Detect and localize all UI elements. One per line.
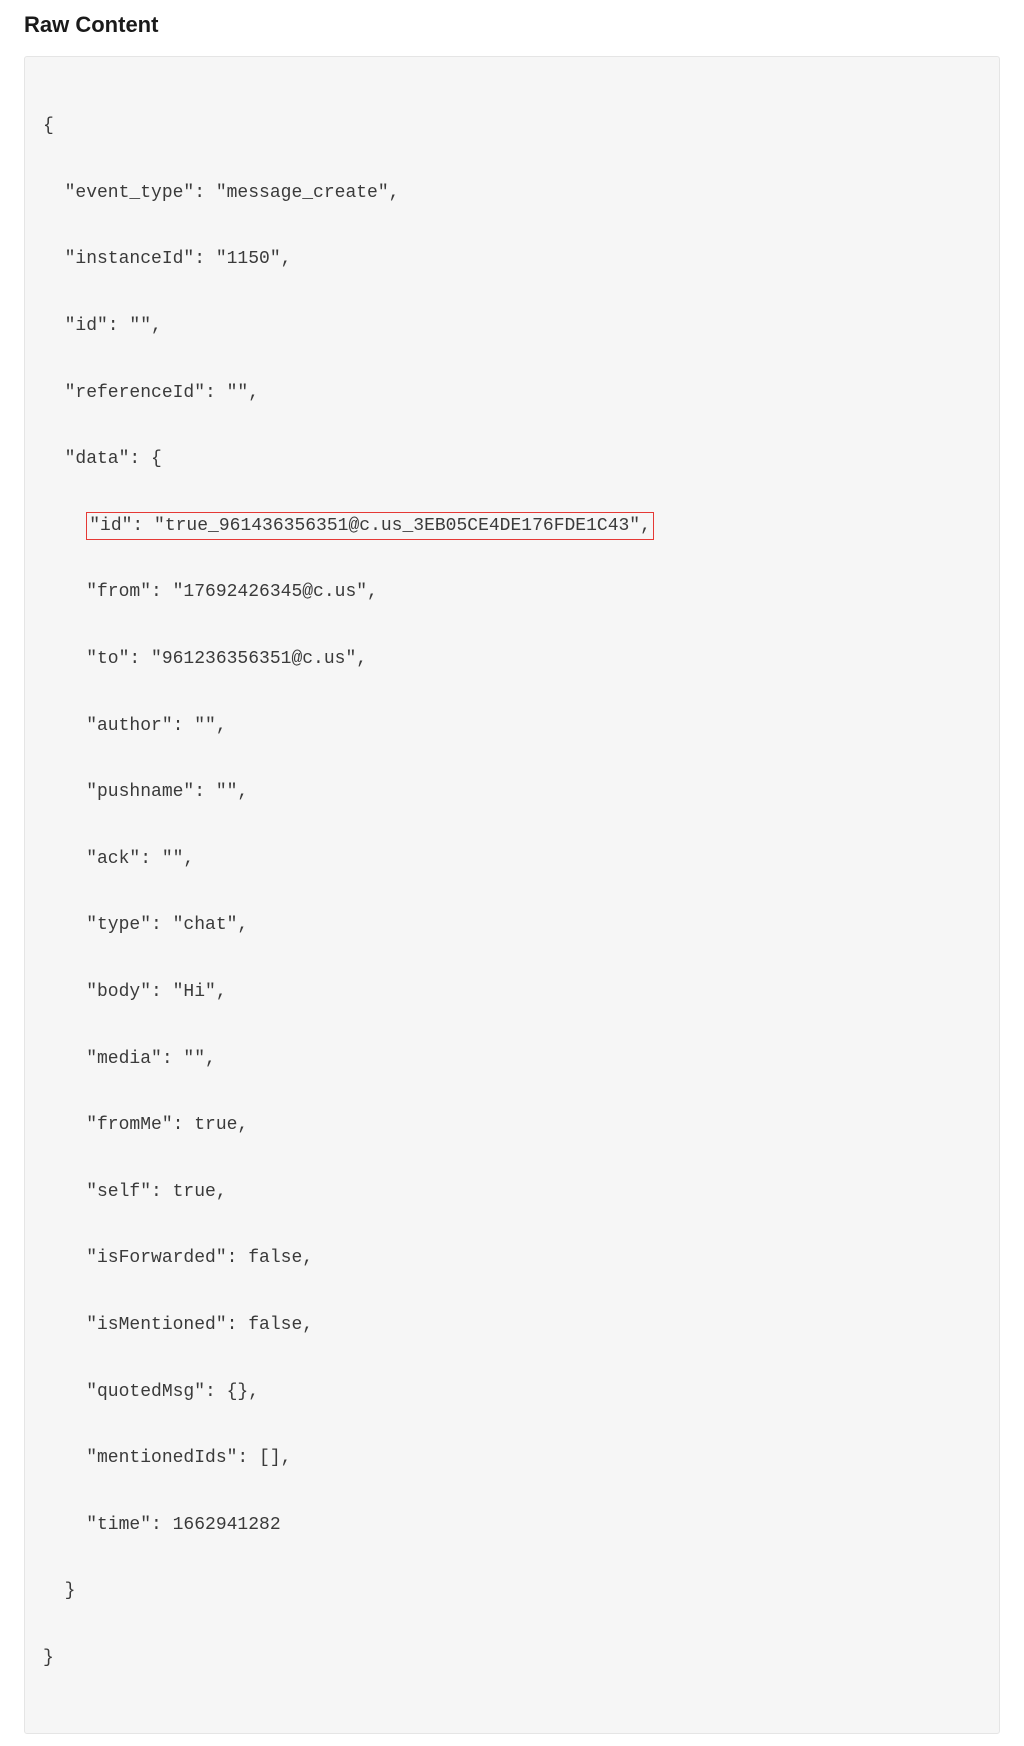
code-line: } — [43, 1642, 981, 1675]
code-line: "pushname": "", — [43, 776, 981, 809]
code-line: "isMentioned": false, — [43, 1309, 981, 1342]
code-line: "mentionedIds": [], — [43, 1442, 981, 1475]
code-line: "ack": "", — [43, 843, 981, 876]
code-line: "data": { — [43, 443, 981, 476]
code-line: "quotedMsg": {}, — [43, 1376, 981, 1409]
code-line: "time": 1662941282 — [43, 1509, 981, 1542]
code-line: "fromMe": true, — [43, 1109, 981, 1142]
code-line: "id": "", — [43, 310, 981, 343]
code-line: "self": true, — [43, 1176, 981, 1209]
code-line: "instanceId": "1150", — [43, 243, 981, 276]
code-line: "to": "961236356351@c.us", — [43, 643, 981, 676]
code-line: "media": "", — [43, 1043, 981, 1076]
code-line-highlighted: "id": "true_961436356351@c.us_3EB05CE4DE… — [43, 510, 981, 543]
code-line: "body": "Hi", — [43, 976, 981, 1009]
code-line: { — [43, 110, 981, 143]
raw-content-title: Raw Content — [24, 12, 1000, 38]
code-line: "isForwarded": false, — [43, 1242, 981, 1275]
raw-content-code-block: { "event_type": "message_create", "insta… — [24, 56, 1000, 1734]
highlighted-id: "id": "true_961436356351@c.us_3EB05CE4DE… — [86, 512, 654, 540]
code-line: "type": "chat", — [43, 909, 981, 942]
code-line: "event_type": "message_create", — [43, 177, 981, 210]
code-line: "referenceId": "", — [43, 377, 981, 410]
indent — [43, 516, 86, 536]
code-line: } — [43, 1575, 981, 1608]
code-line: "from": "17692426345@c.us", — [43, 576, 981, 609]
code-line: "author": "", — [43, 710, 981, 743]
